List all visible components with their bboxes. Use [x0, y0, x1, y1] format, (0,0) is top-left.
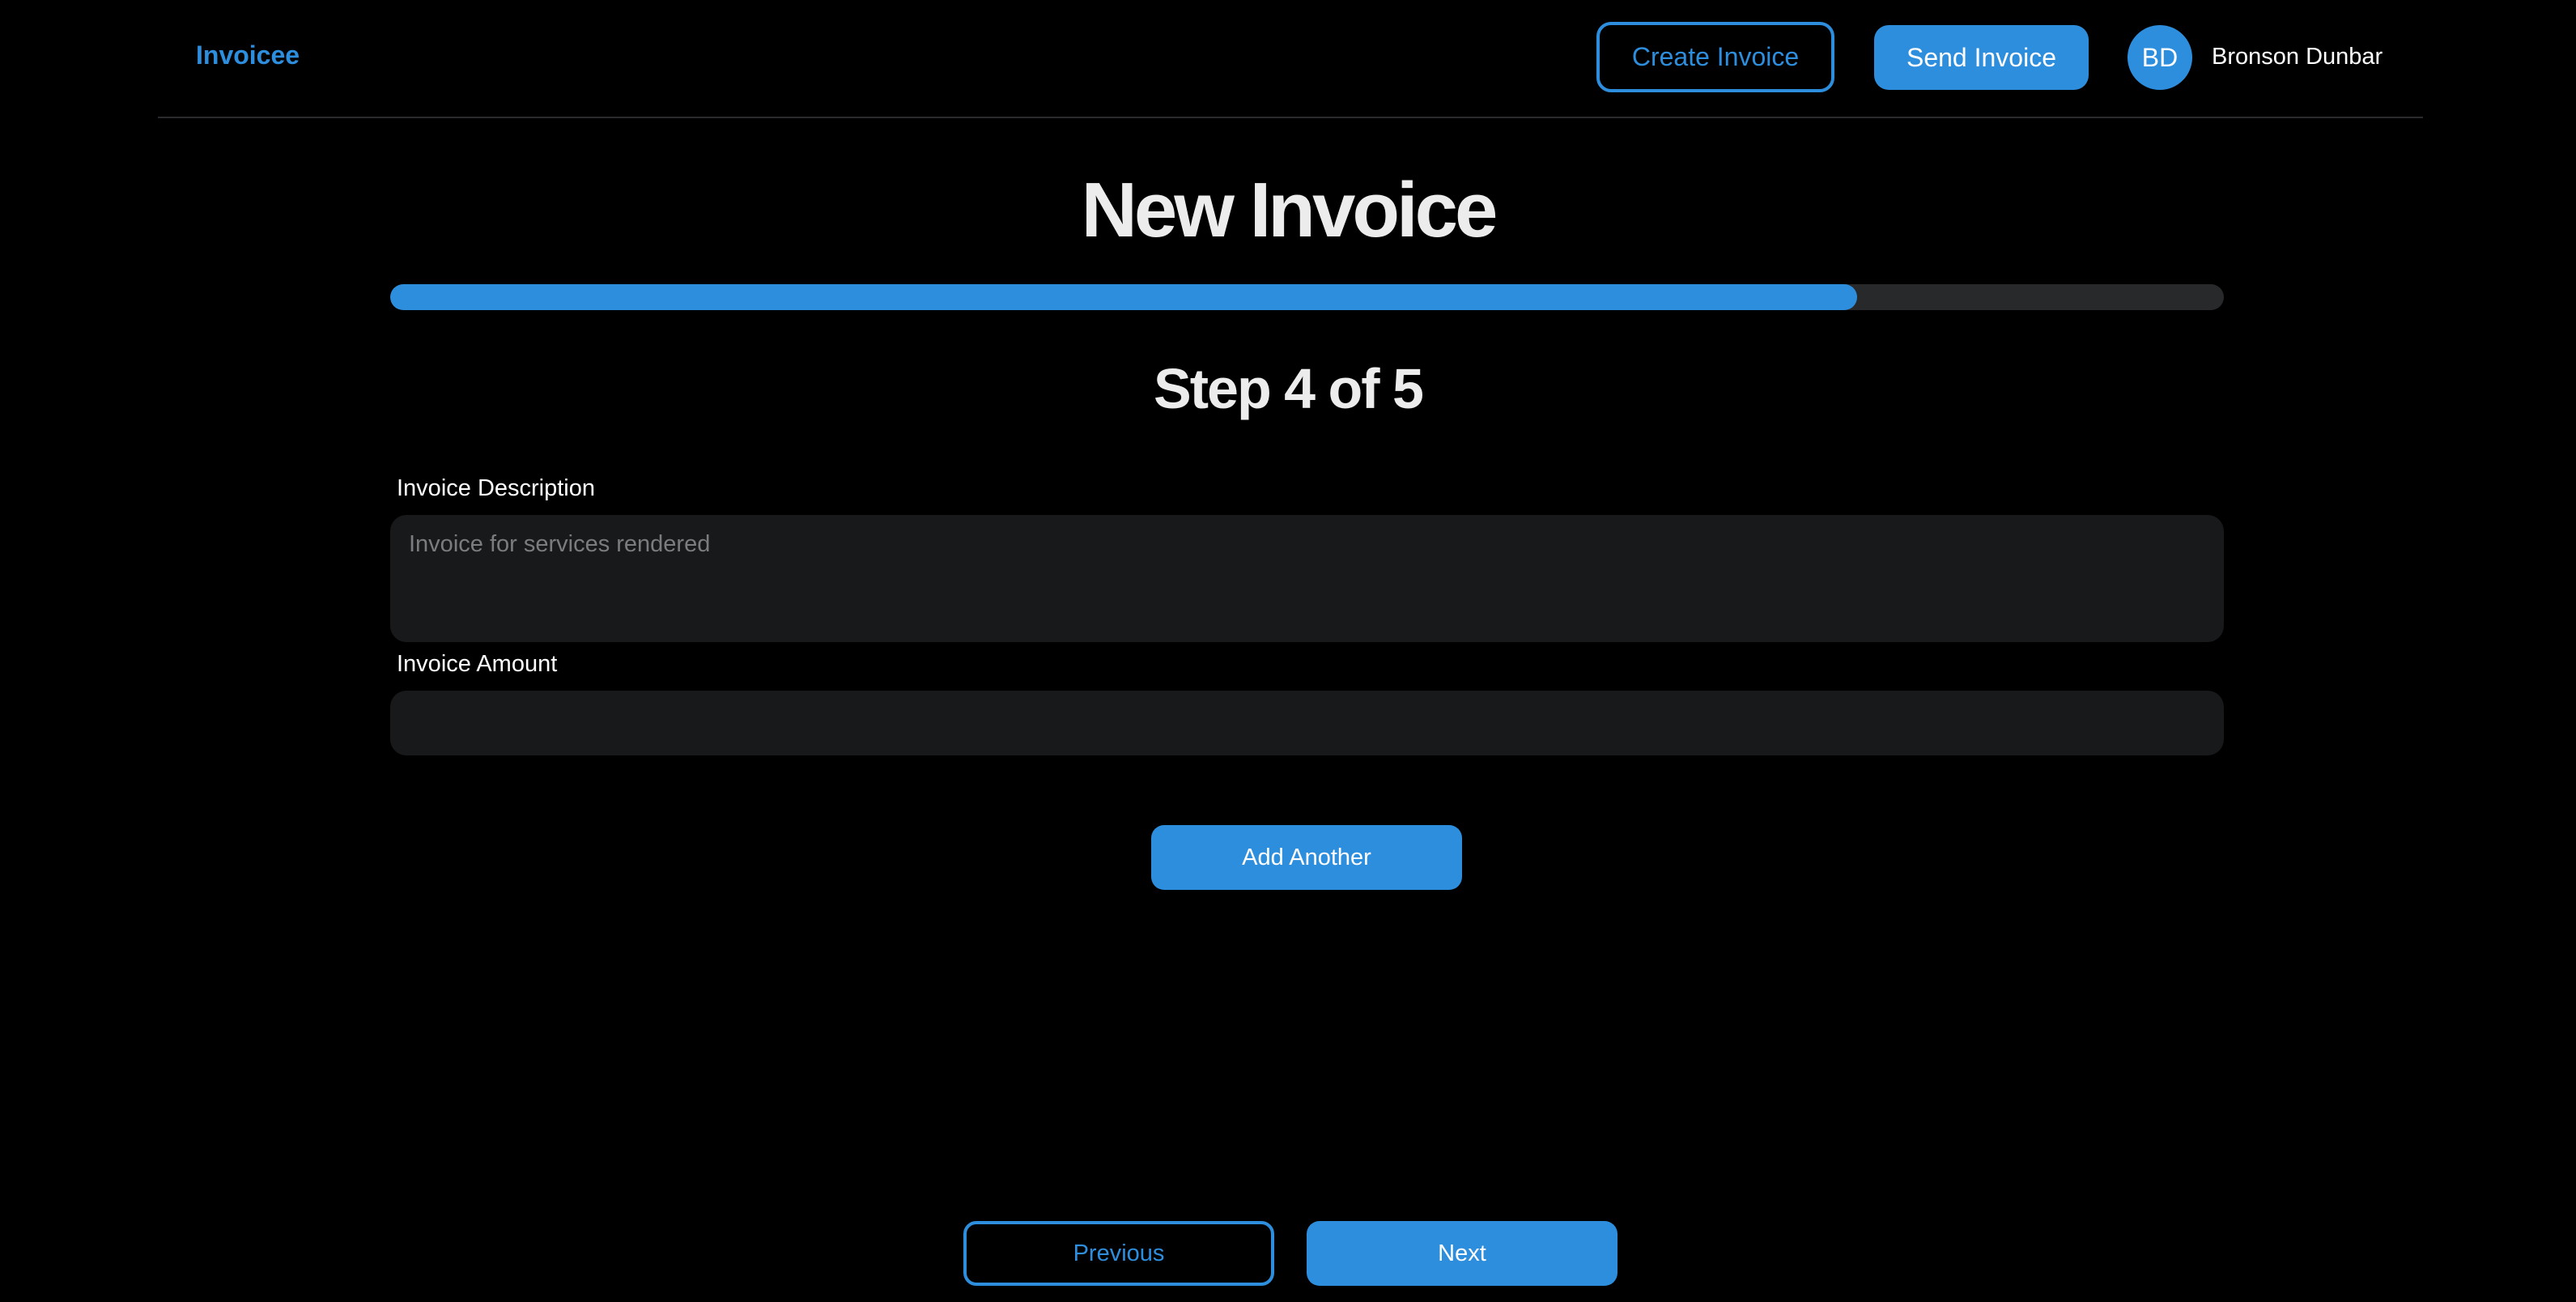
- invoice-amount-label: Invoice Amount: [397, 651, 558, 677]
- user-avatar[interactable]: BD: [2128, 25, 2192, 90]
- previous-button[interactable]: Previous: [963, 1221, 1274, 1286]
- brand-logo-link[interactable]: Invoicee: [196, 40, 300, 70]
- progress-bar-fill: [390, 284, 1857, 310]
- create-invoice-button[interactable]: Create Invoice: [1596, 22, 1834, 92]
- invoice-amount-field[interactable]: [390, 691, 2224, 755]
- next-button[interactable]: Next: [1307, 1221, 1617, 1286]
- send-invoice-button[interactable]: Send Invoice: [1874, 25, 2089, 90]
- user-name[interactable]: Bronson Dunbar: [2212, 44, 2383, 70]
- progress-bar: [390, 284, 2224, 310]
- add-another-button[interactable]: Add Another: [1151, 825, 1462, 890]
- page-title: New Invoice: [1081, 167, 1498, 253]
- invoice-description-field[interactable]: [390, 515, 2224, 642]
- invoice-description-label: Invoice Description: [397, 475, 595, 501]
- step-indicator: Step 4 of 5: [1154, 357, 1424, 420]
- top-nav-bar: Invoicee Create Invoice Send Invoice BD …: [158, 0, 2423, 118]
